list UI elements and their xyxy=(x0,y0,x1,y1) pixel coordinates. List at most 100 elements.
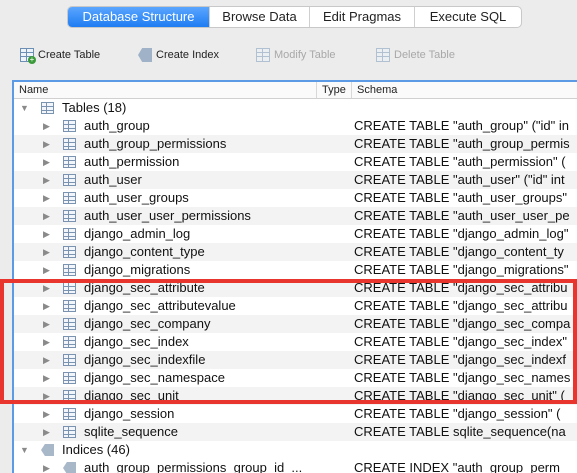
tab-browse-data[interactable]: Browse Data xyxy=(210,7,310,27)
create-index-label: Create Index xyxy=(156,49,219,61)
item-schema: CREATE TABLE "auth_user_groups" xyxy=(354,190,568,205)
toolbar: + Create Table Create Index Modify Table… xyxy=(0,36,577,74)
item-schema: CREATE TABLE "django_sec_names xyxy=(354,370,571,385)
tab-bar: Database Structure Browse Data Edit Prag… xyxy=(67,6,522,28)
create-index-button[interactable]: Create Index xyxy=(138,46,219,64)
index-icon xyxy=(63,462,76,473)
modify-table-button[interactable]: Modify Table xyxy=(256,46,336,64)
table-icon xyxy=(63,264,76,276)
item-name: django_sec_attributevalue xyxy=(84,298,236,313)
table-row[interactable]: ▶ django_admin_log CREATE TABLE "django_ad… xyxy=(14,225,577,243)
index-row[interactable]: ▶ auth_group_permissions_group_id_... CREA… xyxy=(14,459,577,473)
chevron-right-icon[interactable]: ▶ xyxy=(43,373,50,384)
item-schema: CREATE TABLE "django_session" ( xyxy=(354,406,561,421)
chevron-right-icon[interactable]: ▶ xyxy=(43,211,50,222)
table-row[interactable]: ▶ django_sec_index CREATE TABLE "django_se… xyxy=(14,333,577,351)
chevron-right-icon[interactable]: ▶ xyxy=(43,229,50,240)
table-icon xyxy=(63,228,76,240)
indices-group-row[interactable]: ▼ Indices (46) xyxy=(14,441,577,459)
chevron-right-icon[interactable]: ▶ xyxy=(43,337,50,348)
delete-table-button[interactable]: Delete Table xyxy=(376,46,455,64)
table-row[interactable]: ▶ auth_permission CREATE TABLE "auth_permi… xyxy=(14,153,577,171)
modify-table-icon xyxy=(256,48,270,62)
table-icon xyxy=(63,354,76,366)
tab-execute-sql[interactable]: Execute SQL xyxy=(415,7,521,27)
item-name: django_sec_company xyxy=(84,316,211,331)
table-row[interactable]: ▶ django_content_type CREATE TABLE "django… xyxy=(14,243,577,261)
chevron-right-icon[interactable]: ▶ xyxy=(43,427,50,438)
table-icon xyxy=(63,282,76,294)
chevron-right-icon[interactable]: ▶ xyxy=(43,409,50,420)
chevron-right-icon[interactable]: ▶ xyxy=(43,391,50,402)
chevron-down-icon[interactable]: ▼ xyxy=(20,445,29,455)
tab-edit-pragmas[interactable]: Edit Pragmas xyxy=(310,7,415,27)
item-schema: CREATE TABLE "auth_user_user_pe xyxy=(354,208,570,223)
table-icon xyxy=(63,372,76,384)
table-row[interactable]: ▶ sqlite_sequence CREATE TABLE sqlite_sequ… xyxy=(14,423,577,441)
table-row[interactable]: ▶ django_sec_attributevalue CREATE TABLE "… xyxy=(14,297,577,315)
item-schema: CREATE TABLE "django_content_ty xyxy=(354,244,564,259)
table-row[interactable]: ▶ django_sec_company CREATE TABLE "django_… xyxy=(14,315,577,333)
column-header-schema[interactable]: Schema xyxy=(352,82,577,98)
chevron-right-icon[interactable]: ▶ xyxy=(43,355,50,366)
table-icon xyxy=(63,138,76,150)
table-row[interactable]: ▶ auth_user CREATE TABLE "auth_user" ("id"… xyxy=(14,171,577,189)
table-icon xyxy=(63,318,76,330)
table-row[interactable]: ▶ auth_group_permissions CREATE TABLE "aut… xyxy=(14,135,577,153)
item-schema: CREATE TABLE "django_sec_indexf xyxy=(354,352,567,367)
table-row[interactable]: ▶ auth_user_user_permissions CREATE TABLE … xyxy=(14,207,577,225)
table-row[interactable]: ▶ auth_user_groups CREATE TABLE "auth_user… xyxy=(14,189,577,207)
chevron-right-icon[interactable]: ▶ xyxy=(43,247,50,258)
chevron-right-icon[interactable]: ▶ xyxy=(43,157,50,168)
tab-database-structure[interactable]: Database Structure xyxy=(68,7,210,27)
chevron-right-icon[interactable]: ▶ xyxy=(43,193,50,204)
table-icon xyxy=(63,246,76,258)
item-name: sqlite_sequence xyxy=(84,424,178,439)
table-icon xyxy=(63,210,76,222)
create-index-icon xyxy=(138,48,152,62)
chevron-right-icon[interactable]: ▶ xyxy=(43,139,50,150)
chevron-right-icon[interactable]: ▶ xyxy=(43,265,50,276)
create-table-button[interactable]: + Create Table xyxy=(20,46,100,64)
item-name: auth_group_permissions xyxy=(84,136,227,151)
table-row[interactable]: ▶ django_migrations CREATE TABLE "django_m… xyxy=(14,261,577,279)
tables-group-row[interactable]: ▼ Tables (18) xyxy=(14,99,577,117)
table-icon xyxy=(63,426,76,438)
item-schema: CREATE TABLE "django_admin_log" xyxy=(354,226,569,241)
table-row[interactable]: ▶ auth_group CREATE TABLE "auth_group" ("i… xyxy=(14,117,577,135)
create-table-label: Create Table xyxy=(38,49,101,61)
item-schema: CREATE TABLE "auth_group" ("id" in xyxy=(354,118,570,133)
item-schema: CREATE TABLE "django_migrations" xyxy=(354,262,569,277)
table-row[interactable]: ▶ django_sec_attribute CREATE TABLE "djang… xyxy=(14,279,577,297)
table-row[interactable]: ▶ django_sec_unit CREATE TABLE "django_sec… xyxy=(14,387,577,405)
table-icon xyxy=(63,174,76,186)
item-name: auth_user_user_permissions xyxy=(84,208,251,223)
chevron-right-icon[interactable]: ▶ xyxy=(43,301,50,312)
chevron-down-icon[interactable]: ▼ xyxy=(20,103,29,113)
chevron-right-icon[interactable]: ▶ xyxy=(43,283,50,294)
chevron-right-icon[interactable]: ▶ xyxy=(43,319,50,330)
column-header-name[interactable]: Name xyxy=(14,82,317,98)
schema-tree[interactable]: Name Type Schema ▼ Tables (18) ▶ auth_gro… xyxy=(12,80,577,473)
table-row[interactable]: ▶ django_sec_indexfile CREATE TABLE "djang… xyxy=(14,351,577,369)
item-name: auth_permission xyxy=(84,154,180,169)
item-schema: CREATE TABLE "django_sec_index" xyxy=(354,334,568,349)
item-schema: CREATE TABLE "auth_group_permis xyxy=(354,136,570,151)
item-name: django_sec_unit xyxy=(84,388,179,403)
chevron-right-icon[interactable]: ▶ xyxy=(43,463,50,473)
table-icon xyxy=(63,390,76,402)
table-row[interactable]: ▶ django_sec_namespace CREATE TABLE "djang… xyxy=(14,369,577,387)
item-schema: CREATE TABLE "django_sec_attribu xyxy=(354,298,568,313)
table-row[interactable]: ▶ django_session CREATE TABLE "django_sess… xyxy=(14,405,577,423)
delete-table-icon xyxy=(376,48,390,62)
chevron-right-icon[interactable]: ▶ xyxy=(43,121,50,132)
item-schema: CREATE TABLE "django_sec_compa xyxy=(354,316,571,331)
table-icon xyxy=(63,120,76,132)
column-header-type[interactable]: Type xyxy=(317,82,352,98)
item-schema: CREATE TABLE "auth_permission" ( xyxy=(354,154,566,169)
indices-group-label: Indices (46) xyxy=(62,442,130,457)
chevron-right-icon[interactable]: ▶ xyxy=(43,175,50,186)
table-list: ▶ auth_group CREATE TABLE "auth_group" ("i… xyxy=(14,117,577,441)
item-name: django_admin_log xyxy=(84,226,191,241)
delete-table-label: Delete Table xyxy=(394,49,455,61)
